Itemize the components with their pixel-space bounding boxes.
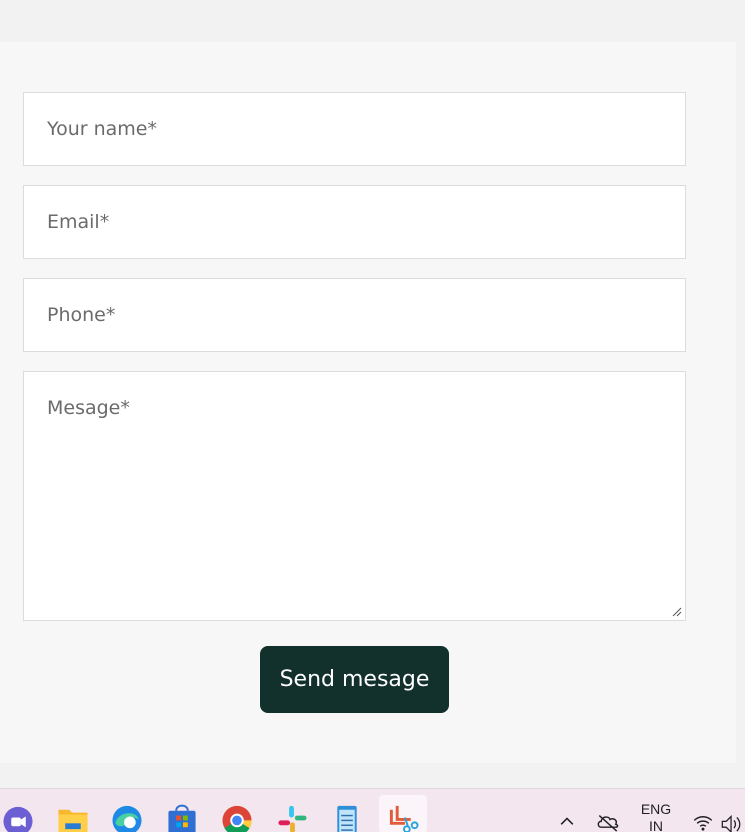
chevron-up-icon[interactable] <box>556 802 578 832</box>
page-top-strip <box>0 0 745 42</box>
wifi-icon[interactable] <box>691 802 715 832</box>
language-indicator[interactable]: ENG IN <box>636 801 676 832</box>
message-textarea[interactable]: Mesage* <box>23 371 686 621</box>
edge-icon[interactable] <box>111 802 143 832</box>
speaker-icon[interactable] <box>720 802 745 832</box>
file-explorer-icon[interactable] <box>57 802 89 832</box>
chrome-icon[interactable] <box>221 802 253 832</box>
message-placeholder: Mesage* <box>47 397 130 419</box>
resize-handle-icon[interactable] <box>672 607 682 617</box>
region-label: IN <box>649 818 663 832</box>
snipping-tool-icon[interactable] <box>387 802 419 832</box>
microsoft-store-icon[interactable] <box>166 802 198 832</box>
slack-icon[interactable] <box>276 802 308 832</box>
notepad-icon[interactable] <box>331 802 363 832</box>
send-message-button[interactable]: Send mesage <box>260 646 449 713</box>
phone-input[interactable]: Phone* <box>23 278 686 352</box>
name-input[interactable]: Your name* <box>23 92 686 166</box>
onedrive-offline-icon[interactable] <box>595 802 621 832</box>
phone-placeholder: Phone* <box>47 304 116 326</box>
email-placeholder: Email* <box>47 211 110 233</box>
language-label: ENG <box>640 801 672 817</box>
send-message-label: Send mesage <box>279 667 430 692</box>
email-input[interactable]: Email* <box>23 185 686 259</box>
name-placeholder: Your name* <box>47 118 157 140</box>
windows-taskbar: ENG IN <box>0 788 745 832</box>
zoom-icon[interactable] <box>2 802 34 832</box>
